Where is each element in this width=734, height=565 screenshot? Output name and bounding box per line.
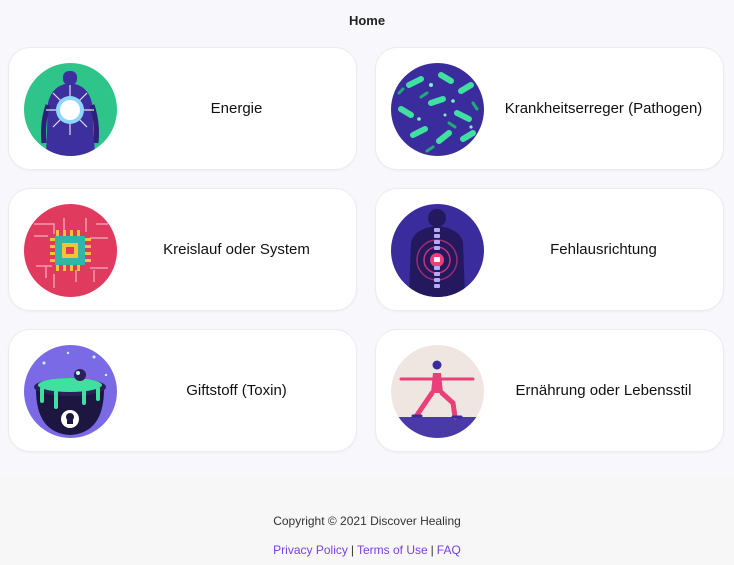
circuit-chip-icon bbox=[24, 204, 117, 297]
spine-misalignment-icon bbox=[391, 204, 484, 297]
footer: Copyright © 2021 Discover Healing Privac… bbox=[0, 476, 734, 565]
terms-of-use-link[interactable]: Terms of Use bbox=[357, 543, 428, 557]
card-kreislauf[interactable]: Kreislauf oder System bbox=[8, 188, 357, 311]
link-separator: | bbox=[350, 543, 354, 557]
page-header: Home bbox=[0, 0, 734, 40]
pathogen-bacteria-icon bbox=[391, 63, 484, 156]
copyright-text: Copyright © 2021 Discover Healing bbox=[273, 514, 461, 528]
page-title: Home bbox=[348, 12, 386, 28]
card-label: Giftstoff (Toxin) bbox=[186, 382, 287, 399]
footer-links: Privacy Policy | Terms of Use | FAQ bbox=[0, 543, 734, 557]
energy-body-icon bbox=[24, 63, 117, 156]
card-fehlausrichtung[interactable]: Fehlausrichtung bbox=[375, 188, 724, 311]
yoga-lifestyle-icon bbox=[391, 345, 484, 438]
card-label: Fehlausrichtung bbox=[550, 241, 657, 258]
card-label: Kreislauf oder System bbox=[163, 241, 310, 258]
card-energie[interactable]: Energie bbox=[8, 47, 357, 170]
card-krankheitserreger[interactable]: Krankheitserreger (Pathogen) bbox=[375, 47, 724, 170]
card-label: Krankheitserreger (Pathogen) bbox=[504, 100, 703, 117]
faq-link[interactable]: FAQ bbox=[437, 543, 461, 557]
card-label: Energie bbox=[210, 100, 263, 117]
card-label: Ernährung oder Lebensstil bbox=[515, 382, 692, 399]
privacy-policy-link[interactable]: Privacy Policy bbox=[273, 543, 348, 557]
card-giftstoff[interactable]: Giftstoff (Toxin) bbox=[8, 329, 357, 452]
toxin-cauldron-icon bbox=[24, 345, 117, 438]
card-ernaehrung[interactable]: Ernährung oder Lebensstil bbox=[375, 329, 724, 452]
link-separator: | bbox=[430, 543, 434, 557]
